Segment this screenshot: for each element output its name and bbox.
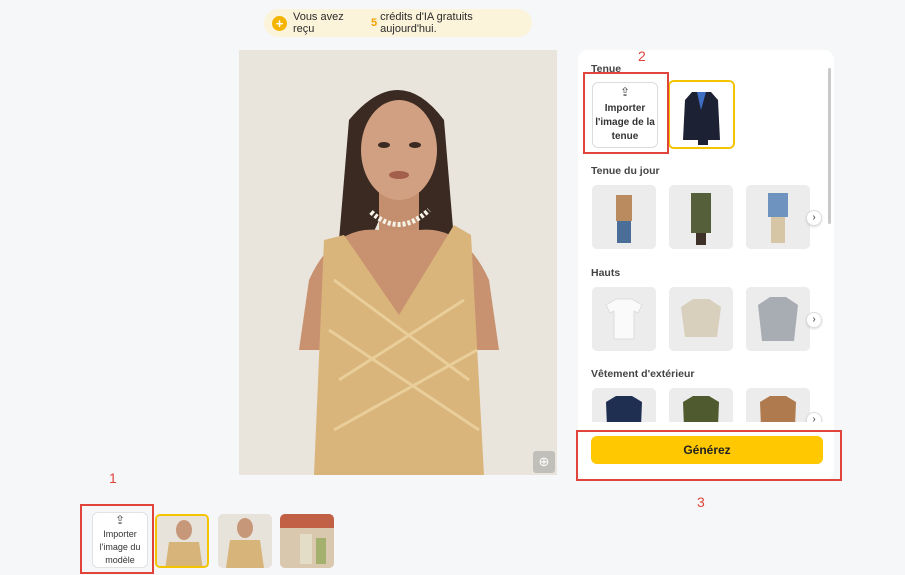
outfit-image bbox=[746, 185, 810, 249]
chevron-right-icon[interactable]: › bbox=[806, 412, 822, 422]
outfit-image bbox=[592, 388, 656, 422]
model-preview-image: ⊕ bbox=[239, 50, 557, 475]
outfit-image bbox=[669, 185, 733, 249]
outfit-thumb[interactable] bbox=[746, 287, 810, 351]
annotation-box-1 bbox=[80, 504, 154, 574]
outfit-thumb[interactable] bbox=[592, 185, 656, 249]
banner-suffix: crédits d'IA gratuits aujourd'hui. bbox=[380, 11, 473, 35]
outfit-thumb[interactable] bbox=[669, 185, 733, 249]
outfit-thumb[interactable] bbox=[669, 287, 733, 351]
banner-prefix: Vous avez reçu bbox=[292, 11, 344, 35]
outfit-thumb[interactable] bbox=[746, 388, 810, 422]
panel-scrollbar[interactable] bbox=[828, 68, 831, 224]
annotation-label-2: 2 bbox=[638, 48, 646, 64]
plus-circle-icon: + bbox=[272, 15, 287, 31]
model-thumb-selected[interactable] bbox=[155, 514, 209, 568]
annotation-box-3 bbox=[576, 430, 842, 481]
model-image bbox=[218, 514, 272, 568]
model-thumb[interactable] bbox=[218, 514, 272, 568]
outfit-image bbox=[669, 388, 733, 422]
model-image bbox=[157, 516, 207, 566]
outfit-image bbox=[669, 287, 733, 351]
section-title-tenue-du-jour: Tenue du jour bbox=[591, 165, 660, 177]
annotation-label-1: 1 bbox=[109, 470, 117, 486]
outfit-thumb[interactable] bbox=[746, 185, 810, 249]
section-title-vetement-exterieur: Vêtement d'extérieur bbox=[591, 368, 695, 380]
zoom-in-icon[interactable]: ⊕ bbox=[533, 451, 555, 473]
chevron-right-icon[interactable]: › bbox=[806, 312, 822, 328]
model-illustration bbox=[239, 50, 557, 475]
outfit-image bbox=[592, 185, 656, 249]
credits-count: 5 bbox=[371, 17, 378, 29]
outfit-image bbox=[592, 287, 656, 351]
outfit-image bbox=[746, 388, 810, 422]
chevron-right-icon[interactable]: › bbox=[806, 210, 822, 226]
model-thumb[interactable] bbox=[280, 514, 334, 568]
credits-banner: + Vous avez reçu 5 crédits d'IA gratuits… bbox=[264, 9, 532, 37]
outfit-thumb[interactable] bbox=[669, 388, 733, 422]
outfit-image bbox=[746, 287, 810, 351]
annotation-box-2 bbox=[583, 72, 669, 154]
outfit-thumb-suit[interactable] bbox=[668, 80, 735, 149]
outfit-thumb[interactable] bbox=[592, 388, 656, 422]
section-title-hauts: Hauts bbox=[591, 267, 621, 279]
suit-image bbox=[670, 82, 733, 147]
model-image bbox=[280, 514, 334, 568]
annotation-label-3: 3 bbox=[697, 494, 705, 510]
outfit-thumb[interactable] bbox=[592, 287, 656, 351]
